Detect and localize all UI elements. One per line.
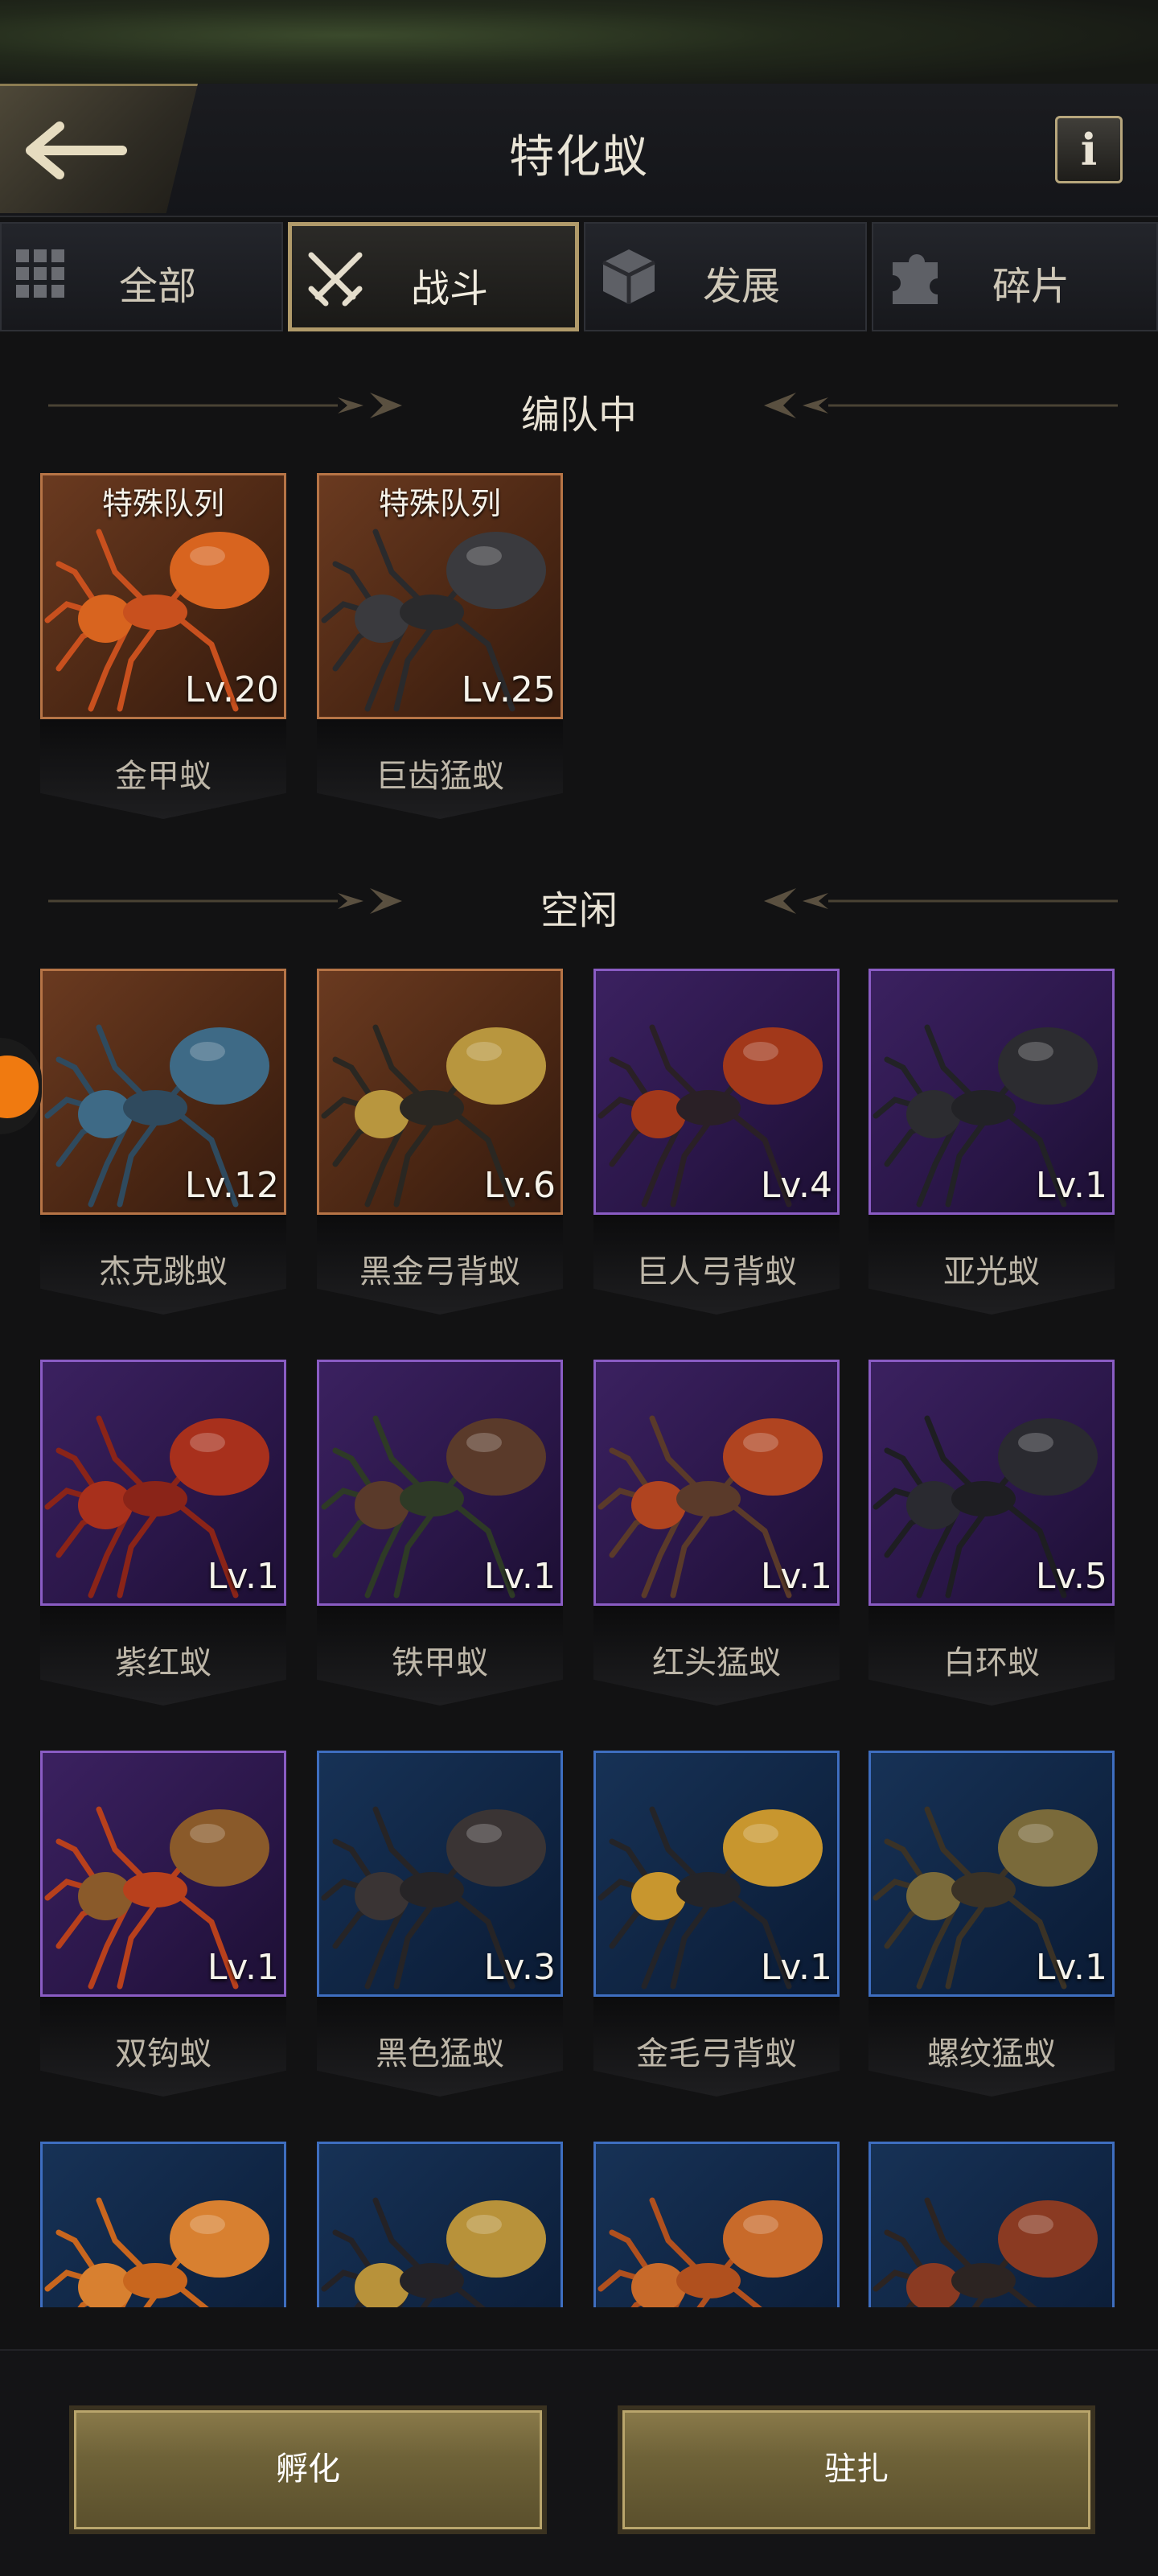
hatch-button[interactable]: 孵化 [69,2405,547,2534]
ant-tile[interactable]: Lv.1 [868,969,1115,1215]
ant-name: 双钩蚁 [115,2035,211,2072]
ant-level: Lv.1 [1035,1947,1107,1988]
ant-level: Lv.1 [760,1556,832,1597]
ant-tile[interactable]: Lv.4 [593,969,840,1215]
ant-name: 白环蚁 [943,1644,1040,1681]
ant-tile[interactable] [317,2142,563,2307]
ant-level: Lv.1 [483,1556,556,1597]
ant-tile[interactable] [868,2142,1115,2307]
ant-tile[interactable]: Lv.1 [593,1360,840,1606]
ant-level: Lv.1 [1035,1165,1107,1206]
ant-name: 黑色猛蚁 [376,2035,504,2072]
ant-name: 金毛弓背蚁 [636,2035,797,2072]
ant-tile[interactable]: Lv.5 [868,1360,1115,1606]
ant-name: 螺纹猛蚁 [927,2035,1056,2072]
ant-tile[interactable]: Lv.1 [40,1360,286,1606]
ant-level: Lv.1 [207,1556,279,1597]
ant-name: 红头猛蚁 [652,1644,781,1681]
ant-tile[interactable]: Lv.6 [317,969,563,1215]
ant-level: Lv.4 [760,1165,832,1206]
ant-tile[interactable]: Lv.1 [868,1751,1115,1997]
ant-name: 杰克跳蚁 [99,1253,228,1290]
ant-level: Lv.5 [1035,1556,1107,1597]
ant-name: 黑金弓背蚁 [359,1253,520,1290]
ant-tile[interactable]: Lv.1 [317,1360,563,1606]
ant-tile[interactable]: Lv.3 [317,1751,563,1997]
ant-name: 紫红蚁 [115,1644,211,1681]
ant-level: Lv.3 [483,1947,556,1988]
garrison-button[interactable]: 驻扎 [618,2405,1095,2534]
ant-level: Lv.1 [207,1947,279,1988]
ant-tile[interactable] [593,2142,840,2307]
ant-tile[interactable]: Lv.1 [40,1751,286,1997]
ant-level: Lv.1 [760,1947,832,1988]
ant-tile[interactable]: Lv.12 [40,969,286,1215]
ant-name: 铁甲蚁 [392,1644,488,1681]
ant-level: Lv.12 [184,1165,279,1206]
ant-portrait-icon [321,2197,546,2307]
ant-portrait-icon [873,2197,1098,2307]
ant-level: Lv.6 [483,1165,556,1206]
ant-name: 亚光蚁 [943,1253,1040,1290]
ant-tile[interactable] [40,2142,286,2307]
ant-name: 巨人弓背蚁 [636,1253,797,1290]
ant-portrait-icon [44,2197,269,2307]
ant-tile[interactable]: Lv.1 [593,1751,840,1997]
ant-portrait-icon [597,2197,823,2307]
idle-grid: Lv.12 杰克跳蚁 Lv.6 黑金弓背蚁 Lv.4 巨人弓背蚁 Lv.1 亚光蚁 Lv.1 紫红… [0,0,1158,2307]
